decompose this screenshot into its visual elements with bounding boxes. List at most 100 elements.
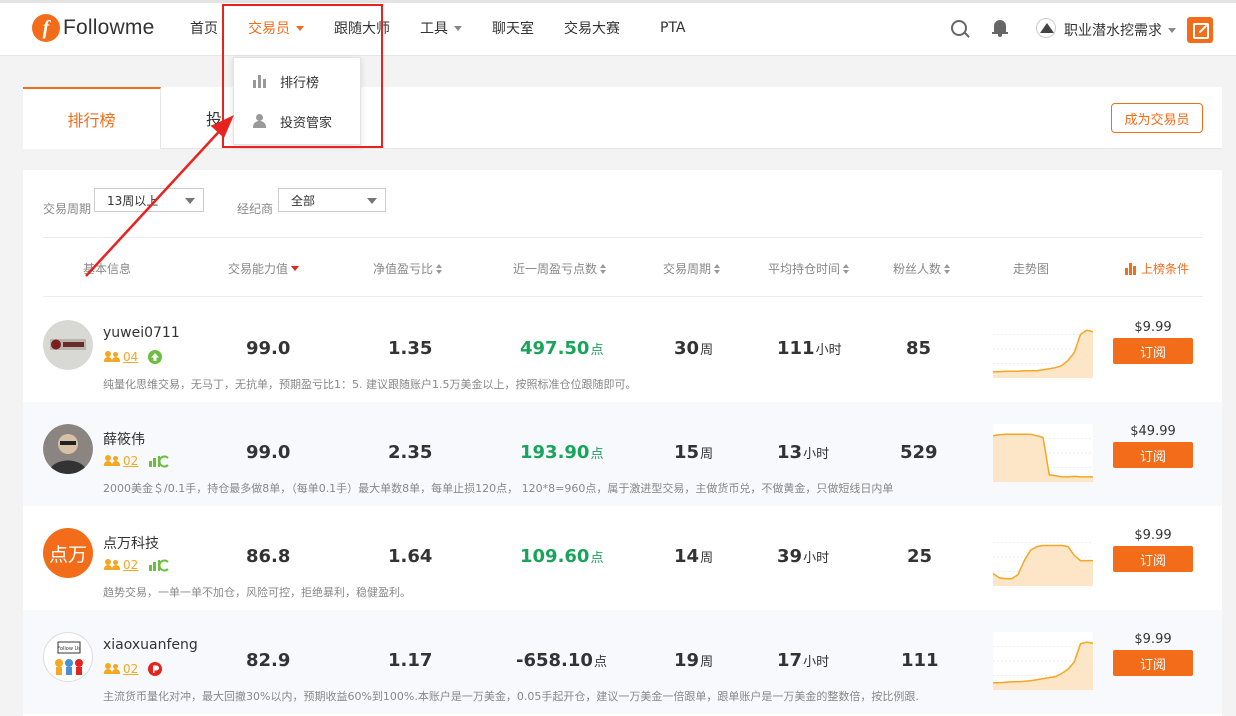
- svg-text:Follow Us: Follow Us: [57, 646, 81, 652]
- column-period[interactable]: 交易周期: [663, 260, 721, 277]
- bar-chart-icon: [252, 74, 268, 88]
- become-trader-button[interactable]: 成为交易员: [1111, 103, 1203, 133]
- trend-sparkline: [993, 528, 1093, 586]
- ability-value: 99.0: [246, 442, 291, 463]
- trader-level[interactable]: 04: [123, 350, 138, 364]
- chevron-down-icon: [296, 25, 304, 31]
- nav-follow-masters[interactable]: 跟随大师: [334, 18, 390, 38]
- broker-logo-icon: [148, 558, 170, 572]
- chevron-down-icon: [185, 198, 195, 204]
- sort-icon: [436, 263, 443, 274]
- avatar[interactable]: Follow Us: [43, 632, 93, 682]
- trader-level[interactable]: 02: [123, 662, 138, 676]
- bell-icon[interactable]: [992, 20, 1008, 37]
- fans-value: 25: [907, 546, 933, 567]
- trend-sparkline: [993, 424, 1093, 482]
- column-ability[interactable]: 交易能力值: [228, 260, 300, 277]
- avatar[interactable]: [43, 424, 93, 474]
- table-row: yuwei0711 04 纯量化思维交易，无马丁，无抗单，预期盈亏比1：5. 建…: [23, 298, 1222, 402]
- trader-name[interactable]: 点万科技: [103, 533, 159, 553]
- tab-panel: 排行榜 投 成为交易员: [23, 87, 1222, 149]
- hold-time-value: 13小时: [777, 442, 830, 463]
- trader-name[interactable]: xiaoxuanfeng: [103, 637, 198, 653]
- trader-description: 2000美金＄/0.1手，持仓最多做8单，（每单0.1手）最大单数8单，每单止损…: [103, 482, 894, 495]
- trend-sparkline: [993, 632, 1093, 690]
- followers-icon: [104, 559, 121, 571]
- profit-ratio-value: 1.35: [388, 338, 433, 359]
- trader-name[interactable]: 薛筱伟: [103, 429, 145, 449]
- top-navigation-bar: f Followme 首页 交易员 跟随大师 工具 聊天室 交易大赛 PTA 职…: [0, 0, 1236, 56]
- dropdown-item-label: 投资管家: [280, 115, 333, 131]
- user-menu[interactable]: 职业潜水挖需求: [1064, 20, 1176, 40]
- logo-text: Followme: [63, 16, 155, 39]
- followme-logo[interactable]: f Followme: [32, 14, 154, 42]
- sort-desc-icon: [291, 266, 300, 271]
- broker-filter-label: 经纪商: [237, 202, 274, 216]
- trader-ranking-list: 交易周期 13周以上 经纪商 全部 基本信息 交易能力值 净值盈亏比 近一周盈亏…: [23, 170, 1222, 716]
- subscribe-button[interactable]: 订阅: [1113, 650, 1193, 676]
- hold-time-value: 111小时: [777, 338, 842, 359]
- trader-level[interactable]: 02: [123, 558, 138, 572]
- avatar[interactable]: [43, 320, 93, 370]
- subscribe-button[interactable]: 订阅: [1113, 338, 1193, 364]
- hold-time-value: 39小时: [777, 546, 830, 567]
- bar-chart-icon: [1125, 262, 1137, 275]
- nav-tools[interactable]: 工具: [420, 18, 462, 38]
- dropdown-item-label: 排行榜: [280, 75, 320, 91]
- trader-level[interactable]: 02: [123, 454, 138, 468]
- person-icon: [252, 114, 268, 128]
- sort-icon: [843, 263, 850, 274]
- trader-badges: 02: [104, 558, 170, 572]
- nav-chatroom[interactable]: 聊天室: [492, 18, 534, 38]
- subscription-price: $49.99: [1130, 424, 1176, 439]
- dropdown-item-ranking[interactable]: 排行榜: [234, 61, 362, 101]
- trader-badges: 02: [104, 662, 164, 676]
- followers-icon: [104, 455, 121, 467]
- search-icon[interactable]: [951, 20, 967, 36]
- upgrade-badge-icon: [148, 350, 164, 364]
- column-week-points[interactable]: 近一周盈亏点数: [513, 260, 607, 277]
- column-basic-info: 基本信息: [83, 262, 132, 276]
- avatar-text: 点万: [48, 543, 87, 566]
- ranking-conditions-link[interactable]: 上榜条件: [1125, 260, 1189, 277]
- fans-value: 529: [900, 442, 938, 463]
- table-row: 薛筱伟 02 2000美金＄/0.1手，持仓最多做8单，（每单0.1手）最大单数…: [23, 402, 1222, 506]
- period-value: 14周: [674, 546, 714, 567]
- subscribe-button[interactable]: 订阅: [1113, 546, 1193, 572]
- tab-investment-manager[interactable]: 投: [206, 87, 222, 149]
- table-row: Follow Us xiaoxuanfeng 02 主流货币量化对冲，最大回撤3…: [23, 610, 1222, 714]
- nav-contest[interactable]: 交易大赛: [564, 18, 620, 38]
- fans-value: 111: [901, 650, 939, 671]
- fans-value: 85: [906, 338, 932, 359]
- nav-home[interactable]: 首页: [190, 18, 218, 38]
- trend-area: [993, 545, 1093, 586]
- avatar[interactable]: 点万: [43, 528, 93, 578]
- trader-badges: 04: [104, 350, 164, 364]
- week-points-value: -658.10点: [516, 650, 607, 671]
- nav-pta[interactable]: PTA: [660, 20, 685, 36]
- nav-traders[interactable]: 交易员: [248, 18, 304, 38]
- broker-logo-icon: [148, 454, 170, 468]
- profit-ratio-value: 1.17: [388, 650, 433, 671]
- edit-post-button[interactable]: [1187, 17, 1213, 43]
- column-fans[interactable]: 粉丝人数: [893, 260, 951, 277]
- period-select[interactable]: 13周以上: [94, 188, 204, 212]
- broker-select[interactable]: 全部: [278, 188, 386, 212]
- traders-dropdown-menu: 排行榜 投资管家: [233, 57, 361, 145]
- column-hold-time[interactable]: 平均持仓时间: [768, 260, 850, 277]
- logo-mark-icon: f: [32, 14, 60, 42]
- column-profit-ratio[interactable]: 净值盈亏比: [373, 260, 443, 277]
- subscription-price: $9.99: [1134, 528, 1172, 543]
- trader-name[interactable]: yuwei0711: [103, 325, 180, 341]
- tab-ranking[interactable]: 排行榜: [23, 87, 161, 149]
- period-value: 30周: [674, 338, 714, 359]
- chevron-down-icon: [367, 198, 377, 204]
- column-trend: 走势图: [1013, 262, 1050, 276]
- table-row: 点万 点万科技 02 趋势交易，一单一单不加仓，风险可控，拒绝暴利，稳健盈利。 …: [23, 506, 1222, 610]
- week-points-value: 193.90点: [520, 442, 604, 463]
- trader-description: 主流货币量化对冲，最大回撤30%以内，预期收益60%到100%.本账户是一万美金…: [103, 690, 919, 703]
- dropdown-item-investment-manager[interactable]: 投资管家: [234, 101, 362, 141]
- chevron-down-icon: [454, 25, 462, 31]
- user-avatar[interactable]: [1036, 18, 1056, 38]
- subscribe-button[interactable]: 订阅: [1113, 442, 1193, 468]
